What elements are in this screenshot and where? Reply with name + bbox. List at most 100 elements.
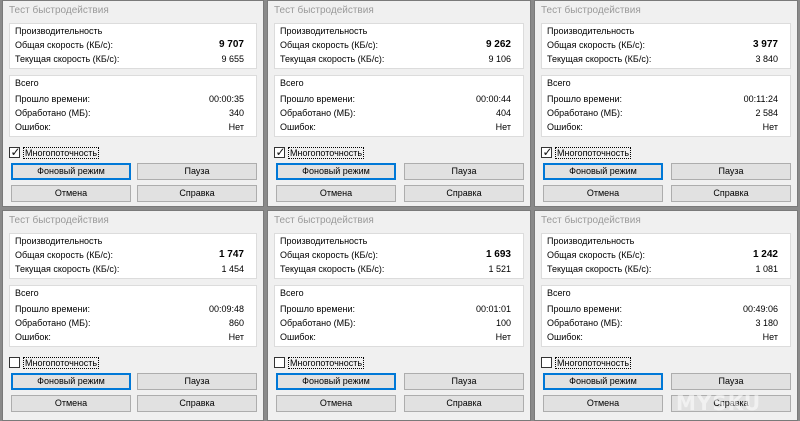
- background-mode-button[interactable]: Фоновый режим: [11, 163, 131, 180]
- multithread-label: Многопоточность: [288, 147, 365, 159]
- errors-value: Нет: [762, 122, 778, 132]
- elapsed-value: 00:09:48: [208, 304, 244, 314]
- totals-group-label: Всего: [280, 78, 304, 88]
- help-button[interactable]: Справка: [404, 395, 524, 412]
- checkbox-box[interactable]: [541, 357, 552, 368]
- errors-label: Ошибок:: [547, 332, 583, 342]
- processed-value: 100: [495, 318, 511, 328]
- help-button[interactable]: Справка: [671, 185, 791, 202]
- pause-button[interactable]: Пауза: [137, 373, 257, 390]
- help-button[interactable]: Справка: [137, 185, 257, 202]
- current-speed-value: 1 521: [488, 264, 511, 274]
- pause-button[interactable]: Пауза: [671, 373, 791, 390]
- benchmark-window: Тест быстродействия Производительность Общ…: [2, 0, 264, 207]
- multithread-checkbox[interactable]: ✓ Многопоточность: [274, 145, 394, 159]
- cancel-button[interactable]: Отмена: [11, 185, 131, 202]
- total-speed-row: Общая скорость (КБ/с): 1 693: [280, 249, 511, 262]
- totals-group-label: Всего: [547, 288, 571, 298]
- total-speed-row: Общая скорость (КБ/с): 1 747: [15, 249, 244, 262]
- help-button[interactable]: Справка: [404, 185, 524, 202]
- current-speed-row: Текущая скорость (КБ/с): 1 521: [280, 264, 511, 276]
- pause-button[interactable]: Пауза: [671, 163, 791, 180]
- totals-group: Всего Прошло времени: 00:09:48 Обработано (…: [9, 285, 257, 347]
- multithread-label: Многопоточность: [23, 357, 100, 369]
- benchmark-window: Тест быстродействия Производительность Общ…: [267, 210, 531, 421]
- checkbox-box[interactable]: ✓: [541, 145, 553, 159]
- background-mode-button[interactable]: Фоновый режим: [543, 163, 663, 180]
- current-speed-value: 3 840: [755, 54, 778, 64]
- current-speed-label: Текущая скорость (КБ/с):: [547, 54, 652, 64]
- total-speed-value: 1 693: [485, 249, 511, 260]
- current-speed-label: Текущая скорость (КБ/с):: [15, 54, 120, 64]
- performance-group: Производительность Общая скорость (КБ/с):…: [9, 233, 257, 279]
- processed-value: 860: [228, 318, 244, 328]
- total-speed-label: Общая скорость (КБ/с):: [15, 250, 113, 260]
- totals-group: Всего Прошло времени: 00:00:35 Обработано (…: [9, 75, 257, 137]
- totals-group-label: Всего: [15, 288, 39, 298]
- multithread-checkbox[interactable]: Многопоточность: [541, 357, 661, 369]
- window-title: Тест быстродействия: [9, 215, 109, 226]
- background-mode-button[interactable]: Фоновый режим: [276, 163, 396, 180]
- total-speed-label: Общая скорость (КБ/с):: [15, 40, 113, 50]
- window-title: Тест быстродействия: [9, 5, 109, 16]
- total-speed-label: Общая скорость (КБ/с):: [280, 40, 378, 50]
- current-speed-label: Текущая скорость (КБ/с):: [280, 264, 385, 274]
- multithread-checkbox[interactable]: ✓ Многопоточность: [541, 145, 661, 159]
- pause-button[interactable]: Пауза: [137, 163, 257, 180]
- elapsed-value: 00:00:35: [208, 94, 244, 104]
- cancel-button[interactable]: Отмена: [11, 395, 131, 412]
- cancel-button[interactable]: Отмена: [543, 185, 663, 202]
- background-mode-button[interactable]: Фоновый режим: [11, 373, 131, 390]
- current-speed-row: Текущая скорость (КБ/с): 9 106: [280, 54, 511, 66]
- watermark: MYSKU: [676, 391, 762, 415]
- processed-row: Обработано (МБ): 2 584: [547, 108, 778, 120]
- performance-group: Производительность Общая скорость (КБ/с):…: [274, 23, 524, 69]
- cancel-button[interactable]: Отмена: [276, 185, 396, 202]
- checkbox-box[interactable]: ✓: [9, 145, 21, 159]
- elapsed-label: Прошло времени:: [280, 304, 356, 314]
- pause-button[interactable]: Пауза: [404, 163, 524, 180]
- multithread-label: Многопоточность: [288, 357, 365, 369]
- elapsed-label: Прошло времени:: [547, 304, 623, 314]
- total-speed-row: Общая скорость (КБ/с): 9 707: [15, 39, 244, 52]
- totals-group: Всего Прошло времени: 00:01:01 Обработано (…: [274, 285, 524, 347]
- processed-label: Обработано (МБ):: [547, 108, 623, 118]
- multithread-label: Многопоточность: [23, 147, 100, 159]
- totals-group-label: Всего: [15, 78, 39, 88]
- errors-value: Нет: [495, 332, 511, 342]
- pause-button[interactable]: Пауза: [404, 373, 524, 390]
- performance-group-label: Производительность: [15, 26, 103, 36]
- checkmark-icon: ✓: [10, 145, 21, 159]
- errors-value: Нет: [228, 332, 244, 342]
- elapsed-row: Прошло времени: 00:11:24: [547, 94, 778, 106]
- background-mode-button[interactable]: Фоновый режим: [276, 373, 396, 390]
- multithread-checkbox[interactable]: Многопоточность: [9, 357, 129, 369]
- checkbox-box[interactable]: ✓: [274, 145, 286, 159]
- processed-row: Обработано (МБ): 404: [280, 108, 511, 120]
- elapsed-row: Прошло времени: 00:49:06: [547, 304, 778, 316]
- window-title: Тест быстродействия: [274, 215, 374, 226]
- performance-group-label: Производительность: [280, 26, 368, 36]
- current-speed-row: Текущая скорость (КБ/с): 1 081: [547, 264, 778, 276]
- checkbox-box[interactable]: [9, 357, 20, 368]
- multithread-checkbox[interactable]: ✓ Многопоточность: [9, 145, 129, 159]
- processed-label: Обработано (МБ):: [280, 108, 356, 118]
- total-speed-row: Общая скорость (КБ/с): 3 977: [547, 39, 778, 52]
- errors-row: Ошибок: Нет: [547, 332, 778, 344]
- current-speed-value: 9 655: [221, 54, 244, 64]
- multithread-checkbox[interactable]: Многопоточность: [274, 357, 394, 369]
- current-speed-label: Текущая скорость (КБ/с):: [15, 264, 120, 274]
- errors-value: Нет: [762, 332, 778, 342]
- checkbox-box[interactable]: [274, 357, 285, 368]
- elapsed-label: Прошло времени:: [280, 94, 356, 104]
- background-mode-button[interactable]: Фоновый режим: [543, 373, 663, 390]
- cancel-button[interactable]: Отмена: [276, 395, 396, 412]
- processed-value: 340: [228, 108, 244, 118]
- cancel-button[interactable]: Отмена: [543, 395, 663, 412]
- help-button[interactable]: Справка: [137, 395, 257, 412]
- processed-value: 2 584: [755, 108, 778, 118]
- total-speed-row: Общая скорость (КБ/с): 9 262: [280, 39, 511, 52]
- totals-group-label: Всего: [547, 78, 571, 88]
- errors-row: Ошибок: Нет: [280, 122, 511, 134]
- errors-value: Нет: [228, 122, 244, 132]
